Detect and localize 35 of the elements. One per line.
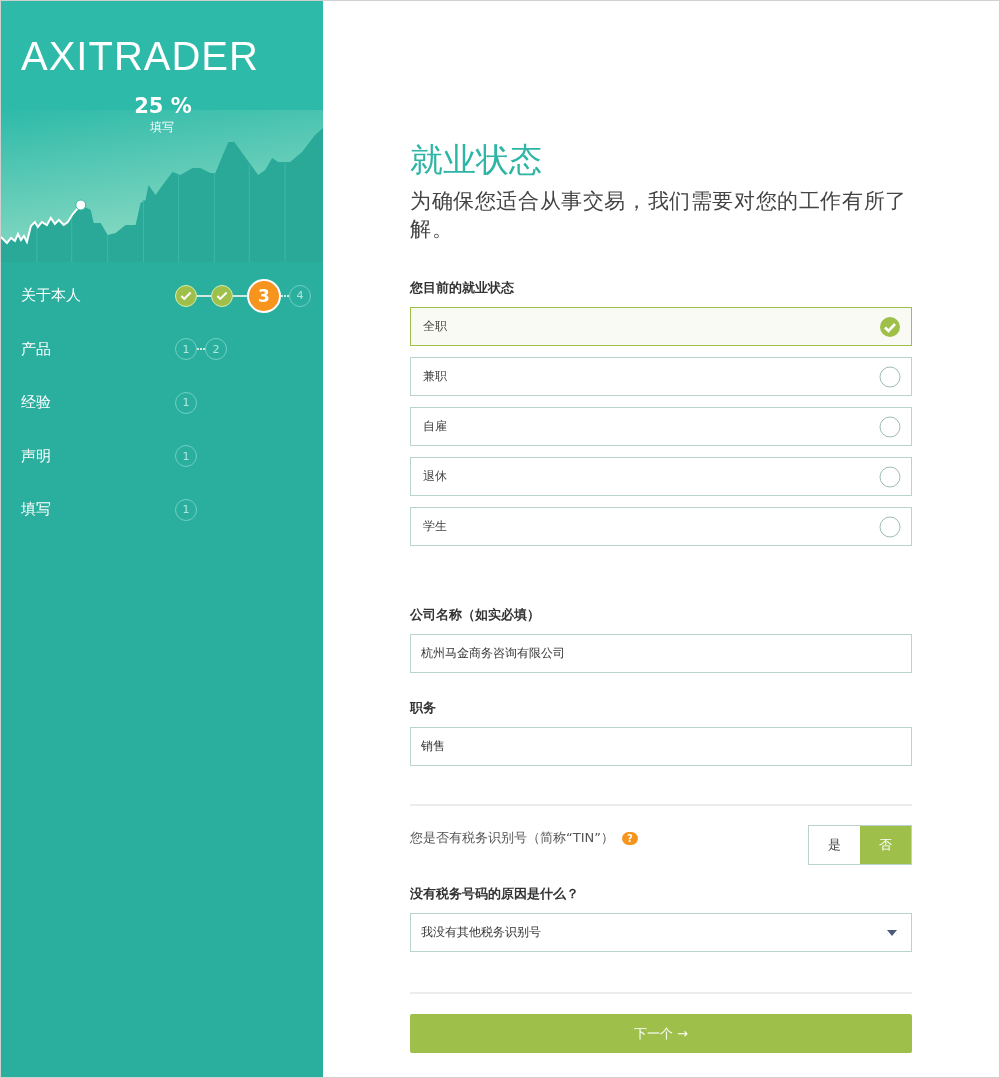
logo: AXITRADER [21,33,259,79]
radio-option[interactable]: 全职 [410,307,912,346]
radio-option[interactable]: 兼职 [410,357,912,396]
page-subtitle: 为确保您适合从事交易，我们需要对您的工作有所了解。 [410,188,908,243]
toggle-option[interactable]: 否 [860,826,911,864]
field-label: 您目前的就业状态 [410,279,515,297]
radio-option[interactable]: 退休 [410,457,912,496]
help-icon[interactable]: ? [622,831,638,845]
step-done-icon[interactable] [211,284,233,307]
section-link[interactable]: 填写 [21,500,175,520]
current-step[interactable]: 3 [247,278,281,313]
field-label: 公司名称（如实必填） [410,606,541,624]
radio-circle-icon [879,465,901,488]
next-button[interactable]: 下一个 → [410,1014,912,1053]
section-link[interactable]: 产品 [21,339,175,359]
field-label: 职务 [410,699,437,717]
progress-percent: 25 % [133,93,193,119]
radio-option[interactable]: 学生 [410,507,912,546]
position-field[interactable]: 销售 [410,727,912,766]
company-field[interactable]: 杭州马金商务咨询有限公司 [410,634,912,673]
radio-circle-icon [879,515,901,538]
check-circle-icon [879,315,901,338]
reason-dropdown[interactable]: 我没有其他税务识别号 [410,913,912,952]
field-label: 没有税务号码的原因是什么？ [410,885,580,903]
radio-circle-icon [879,365,901,388]
section-link[interactable]: 经验 [21,393,175,413]
section-link[interactable]: 声明 [21,446,175,466]
caret-icon [887,929,897,936]
step-done-icon[interactable] [175,284,197,307]
page-title: 就业状态 [410,139,543,181]
progress-label: 填写 [149,119,175,135]
tin-question: 您是否有税务识别号（简称“TIN”） [410,829,614,847]
radio-option[interactable]: 自雇 [410,407,912,446]
radio-circle-icon [879,415,901,438]
section-link[interactable]: 关于本人 [21,286,175,306]
